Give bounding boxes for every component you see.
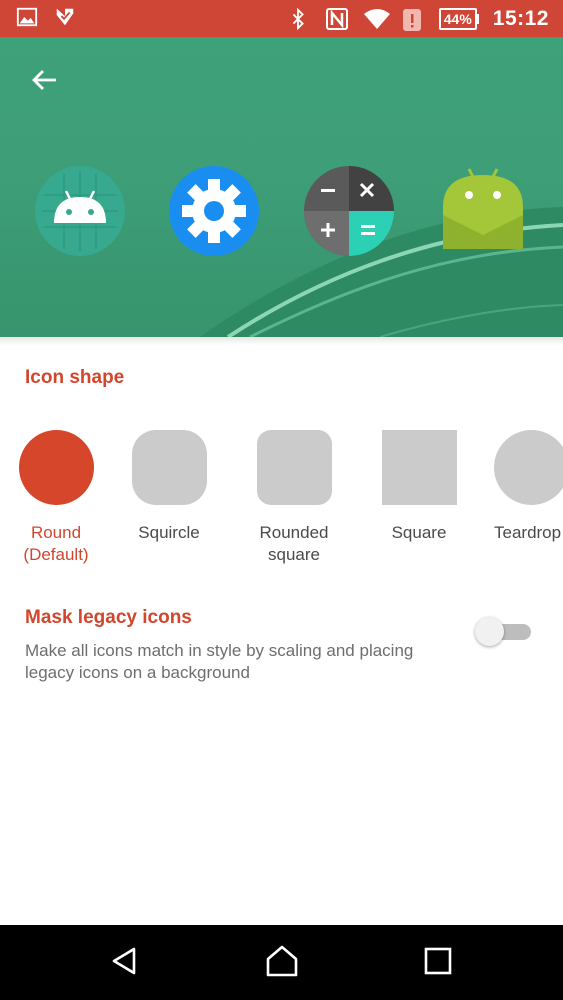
android-app-icon bbox=[34, 165, 126, 257]
icon-shape-title: Icon shape bbox=[25, 367, 125, 388]
mask-legacy-description: Make all icons match in style by scaling… bbox=[25, 641, 414, 682]
shape-label-line1: Teardrop bbox=[494, 523, 562, 542]
back-nav-button[interactable] bbox=[107, 945, 143, 981]
shape-label-line1: Rounded bbox=[259, 523, 329, 542]
arrow-back-icon bbox=[30, 68, 58, 97]
android-legacy-icon bbox=[437, 165, 529, 257]
shape-option-squircle[interactable]: Squircle bbox=[119, 430, 219, 544]
settings-app-icon bbox=[168, 165, 260, 257]
shape-label-line2: square bbox=[268, 545, 320, 564]
shape-label-line1: Round bbox=[30, 523, 82, 542]
squircle-shape-swatch bbox=[131, 430, 207, 505]
shape-label: Teardrop bbox=[482, 522, 563, 544]
bluetooth-icon bbox=[287, 7, 311, 31]
wifi-icon bbox=[363, 7, 390, 31]
shape-label-line1: Squircle bbox=[138, 523, 200, 542]
back-button[interactable] bbox=[24, 65, 64, 99]
rounded-square-shape-swatch bbox=[256, 430, 332, 505]
round-shape-swatch bbox=[18, 430, 94, 505]
shape-option-rounded-square[interactable]: Rounded square bbox=[244, 430, 344, 566]
battery-level: 44% bbox=[438, 8, 477, 30]
toggle-thumb bbox=[475, 617, 504, 646]
home-nav-button[interactable] bbox=[264, 945, 300, 981]
shape-option-round[interactable]: Round (Default) bbox=[6, 430, 106, 566]
home-nav-icon bbox=[265, 945, 299, 982]
shape-label: Squircle bbox=[119, 522, 219, 544]
alert-icon bbox=[401, 7, 425, 31]
shape-label: Round (Default) bbox=[6, 522, 106, 566]
teardrop-shape-swatch bbox=[494, 430, 563, 505]
clock: 15:12 bbox=[492, 7, 549, 30]
shape-label-line2: (Default) bbox=[23, 545, 89, 564]
gallery-icon bbox=[16, 6, 40, 30]
recents-nav-button[interactable] bbox=[420, 945, 456, 981]
battery-tip bbox=[475, 14, 479, 24]
recents-nav-icon bbox=[424, 947, 452, 980]
square-shape-swatch bbox=[381, 430, 457, 505]
icon-preview-header bbox=[0, 37, 563, 337]
download-check-icon bbox=[54, 6, 78, 30]
mask-legacy-toggle[interactable] bbox=[475, 616, 533, 646]
preview-divider bbox=[0, 337, 563, 345]
shape-label: Rounded square bbox=[244, 522, 344, 566]
status-bar: 44% 15:12 bbox=[0, 0, 563, 37]
back-nav-icon bbox=[110, 946, 140, 981]
battery-indicator: 44% bbox=[438, 8, 479, 30]
nfc-icon bbox=[325, 7, 349, 31]
navigation-bar bbox=[0, 925, 563, 1000]
calculator-app-icon bbox=[303, 165, 395, 257]
shape-label-line1: Square bbox=[391, 523, 447, 542]
shape-label: Square bbox=[369, 522, 469, 544]
shape-option-teardrop[interactable]: Teardrop bbox=[482, 430, 563, 544]
shape-option-square[interactable]: Square bbox=[369, 430, 469, 544]
mask-legacy-title: Mask legacy icons bbox=[25, 607, 192, 628]
